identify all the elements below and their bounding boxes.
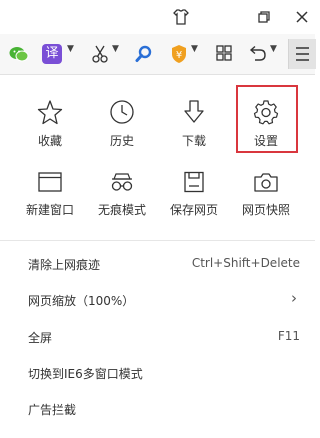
- settings-highlight-box: [236, 85, 298, 153]
- menu-item-ie6-mode[interactable]: 切换到IE6多窗口模式: [0, 356, 315, 392]
- scissors-icon[interactable]: [90, 41, 110, 67]
- grid-label-new-window: 新建窗口: [25, 203, 74, 217]
- menu-item-ad-block[interactable]: 广告拦截: [0, 392, 315, 428]
- undo-chevron-down-icon[interactable]: ▼: [270, 44, 277, 54]
- translate-button[interactable]: 译: [42, 41, 64, 67]
- grid-item-save-page[interactable]: 保存网页: [162, 171, 226, 233]
- menu-item-zoom[interactable]: 网页缩放（100%） ›: [0, 283, 315, 319]
- translate-label: 译: [42, 44, 62, 64]
- menu-label-zoom: 网页缩放（100%）: [28, 294, 135, 308]
- menu-label-ad-block: 广告拦截: [28, 403, 77, 417]
- undo-icon[interactable]: [246, 41, 268, 67]
- svg-text:¥: ¥: [176, 50, 182, 61]
- close-icon[interactable]: [291, 6, 313, 28]
- main-menu-panel: 收藏 历史 下载 设置 新建窗口 无痕模式 保存网页 网页快照 清除上网痕迹 C…: [0, 75, 315, 438]
- apps-grid-icon[interactable]: [214, 41, 234, 67]
- grid-item-downloads[interactable]: 下载: [162, 99, 226, 161]
- toolbar: 译 ▼ ▼ ¥ ▼ ▼: [0, 34, 316, 75]
- grid-label-favorites: 收藏: [37, 134, 62, 148]
- grid-label-save-page: 保存网页: [169, 203, 218, 217]
- incognito-glasses-icon: [111, 173, 133, 191]
- grid-item-snapshot[interactable]: 网页快照: [234, 171, 298, 233]
- grid-label-snapshot: 网页快照: [241, 203, 290, 217]
- new-window-icon: [38, 172, 62, 192]
- hamburger-icon: [296, 47, 309, 61]
- save-page-icon: [184, 171, 204, 193]
- wechat-icon[interactable]: [8, 41, 30, 67]
- shopping-shield-icon[interactable]: ¥: [169, 41, 189, 67]
- grid-item-favorites[interactable]: 收藏: [18, 99, 82, 161]
- menu-item-clear-history[interactable]: 清除上网痕迹 Ctrl+Shift+Delete: [0, 247, 315, 283]
- shield-chevron-down-icon[interactable]: ▼: [191, 44, 198, 54]
- menu-label-clear-history: 清除上网痕迹: [28, 258, 101, 272]
- translate-chevron-down-icon[interactable]: ▼: [67, 44, 74, 54]
- star-icon: [37, 100, 63, 125]
- clock-icon: [110, 100, 134, 124]
- menu-label-fullscreen: 全屏: [28, 331, 53, 345]
- menu-item-fullscreen[interactable]: 全屏 F11: [0, 320, 315, 356]
- camera-icon: [254, 173, 278, 192]
- search-icon[interactable]: [134, 41, 154, 67]
- menu-label-ie6-mode: 切换到IE6多窗口模式: [28, 367, 143, 381]
- menu-divider: [0, 240, 315, 241]
- grid-label-history: 历史: [109, 134, 134, 148]
- grid-label-downloads: 下载: [181, 134, 206, 148]
- grid-item-incognito[interactable]: 无痕模式: [90, 171, 154, 233]
- restore-icon[interactable]: [253, 6, 275, 28]
- skin-tshirt-icon[interactable]: [170, 6, 192, 28]
- grid-label-incognito: 无痕模式: [97, 203, 146, 217]
- title-bar: [0, 0, 315, 34]
- scissors-chevron-down-icon[interactable]: ▼: [112, 44, 119, 54]
- grid-item-new-window[interactable]: 新建窗口: [18, 171, 82, 233]
- download-arrow-icon: [184, 100, 204, 123]
- chevron-right-icon: ›: [291, 289, 297, 307]
- shortcut-fullscreen: F11: [277, 329, 300, 343]
- main-menu-button[interactable]: [288, 39, 316, 69]
- grid-item-history[interactable]: 历史: [90, 99, 154, 161]
- shortcut-clear-history: Ctrl+Shift+Delete: [191, 256, 300, 270]
